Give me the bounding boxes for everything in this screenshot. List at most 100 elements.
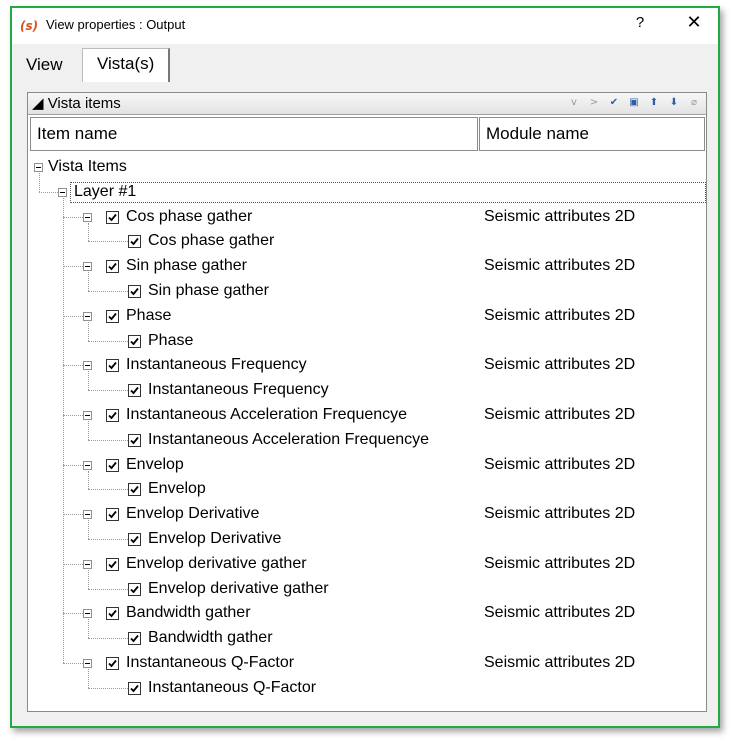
collapse-toggle-icon[interactable] xyxy=(83,559,92,569)
collapse-toggle-icon[interactable] xyxy=(83,311,92,321)
collapse-toggle-icon[interactable] xyxy=(83,659,92,668)
tree-guide-line xyxy=(88,489,128,491)
move-up-icon[interactable]: ⬆ xyxy=(648,96,660,110)
tree-subitem: Envelop Derivative xyxy=(148,530,282,547)
tab-vistas[interactable]: Vista(s) xyxy=(82,48,171,82)
checkbox[interactable] xyxy=(106,607,119,621)
tree-item: Bandwidth gather xyxy=(126,604,251,622)
checkbox[interactable] xyxy=(128,582,141,596)
tree-guide-line xyxy=(88,569,89,589)
checkbox[interactable] xyxy=(128,681,141,695)
tree-subitem: Bandwidth gather xyxy=(148,629,273,647)
checkbox[interactable] xyxy=(106,458,119,472)
window-title: View properties : Output xyxy=(46,17,186,32)
vista-tree: Vista Items Layer #1 Cos phase gather Seism… xyxy=(28,153,706,711)
collapse-toggle-icon[interactable] xyxy=(83,609,92,619)
column-header-item-name[interactable]: Item name xyxy=(30,117,478,151)
checkbox[interactable] xyxy=(128,433,141,447)
tree-guide-line xyxy=(63,197,64,663)
tree-guide-line xyxy=(63,613,83,615)
tab-view[interactable]: View xyxy=(16,50,73,82)
collapse-toggle-icon[interactable] xyxy=(58,187,67,197)
checkbox[interactable] xyxy=(106,309,119,323)
checkbox[interactable] xyxy=(128,235,141,249)
tree-guide-line xyxy=(63,563,83,565)
tree-guide-line xyxy=(88,687,128,689)
collapse-toggle-icon[interactable] xyxy=(83,460,92,470)
tree-guide-line xyxy=(63,514,83,516)
tree-guide-line xyxy=(63,464,83,466)
checkbox[interactable] xyxy=(128,632,141,646)
tree-guide-line xyxy=(39,191,58,193)
collapse-toggle-icon[interactable] xyxy=(83,262,92,272)
tree-guide-line xyxy=(88,638,128,640)
tree-guide-line xyxy=(88,272,89,291)
panel-toolbar: v > ✔ ▣ ⬆ ⬇ ⌀ xyxy=(568,96,700,110)
collapse-toggle-icon[interactable] xyxy=(83,212,92,222)
module-name-cell: Seismic attributes 2D xyxy=(484,455,636,473)
module-name-cell: Seismic attributes 2D xyxy=(484,207,636,225)
tree-item: Sin phase gather xyxy=(126,257,247,275)
collapse-toggle-icon[interactable] xyxy=(83,411,92,420)
collapse-toggle-icon[interactable] xyxy=(34,163,43,172)
tree-guide-line xyxy=(39,173,40,192)
title-bar[interactable]: (s) View properties : Output ? ✕ xyxy=(12,8,718,44)
chevron-down-icon[interactable]: v xyxy=(568,96,580,110)
tree-subitem: Envelop xyxy=(148,480,206,498)
checkbox[interactable] xyxy=(128,334,141,348)
tree-guide-line xyxy=(88,588,128,590)
checkbox[interactable] xyxy=(106,359,119,373)
tree-item: Instantaneous Frequency xyxy=(126,356,307,374)
tree-subitem: Sin phase gather xyxy=(148,282,269,299)
tree-guide-line xyxy=(88,520,89,539)
layer-focus-rect[interactable] xyxy=(70,181,706,203)
module-name-cell: Seismic attributes 2D xyxy=(484,505,636,523)
move-down-icon[interactable]: ⬇ xyxy=(668,96,680,110)
tree-subitem: Envelop derivative gather xyxy=(148,579,329,597)
help-button[interactable]: ? xyxy=(630,14,650,31)
panel-title[interactable]: ◢ Vista items xyxy=(32,94,121,112)
app-logo-icon: (s) xyxy=(20,19,38,32)
tree-node-vista-items: Vista Items xyxy=(48,158,127,175)
tree-item: Cos phase gather xyxy=(126,207,253,225)
tree-guide-line xyxy=(88,439,128,441)
tree-guide-line xyxy=(88,470,89,490)
clear-icon[interactable]: ⌀ xyxy=(688,96,700,110)
tree-subitem: Instantaneous Acceleration Frequencye xyxy=(148,430,430,448)
module-name-cell: Seismic attributes 2D xyxy=(484,604,636,622)
tree-subitem: Cos phase gather xyxy=(148,232,275,250)
tab-strip: View Vista(s) xyxy=(12,44,718,82)
close-button[interactable]: ✕ xyxy=(682,12,706,33)
vista-items-panel: ◢ Vista items v > ✔ ▣ ⬆ ⬇ ⌀ Item name Mo… xyxy=(27,92,707,712)
chevron-right-icon[interactable]: > xyxy=(588,96,600,110)
check-icon[interactable]: ✔ xyxy=(608,96,620,110)
checkbox[interactable] xyxy=(128,533,141,546)
column-header-module-name[interactable]: Module name xyxy=(479,117,705,151)
checkbox[interactable] xyxy=(106,260,119,274)
collapse-toggle-icon[interactable] xyxy=(83,361,92,371)
checkbox[interactable] xyxy=(106,508,119,522)
checkbox[interactable] xyxy=(128,285,141,298)
tree-guide-line xyxy=(63,266,83,268)
module-name-cell: Seismic attributes 2D xyxy=(484,257,636,275)
svg-text:(s): (s) xyxy=(20,19,38,32)
copy-icon[interactable]: ▣ xyxy=(628,96,640,110)
checkbox[interactable] xyxy=(128,483,141,497)
checkbox[interactable] xyxy=(106,657,119,670)
tree-item: Envelop xyxy=(126,455,184,473)
checkbox[interactable] xyxy=(128,384,141,398)
collapse-toggle-icon[interactable] xyxy=(83,510,92,520)
tree-guide-line xyxy=(88,371,89,391)
tree-guide-line xyxy=(63,216,83,218)
checkbox[interactable] xyxy=(106,557,119,571)
tree-guide-line xyxy=(63,315,83,317)
module-name-cell: Seismic attributes 2D xyxy=(484,654,636,671)
module-name-cell: Seismic attributes 2D xyxy=(484,406,636,423)
tree-guide-line xyxy=(88,291,128,292)
tree-node-layer: Layer #1 xyxy=(74,182,137,200)
tree-guide-line xyxy=(63,663,83,664)
checkbox[interactable] xyxy=(106,409,119,422)
tree-subitem: Instantaneous Q-Factor xyxy=(148,678,317,696)
checkbox[interactable] xyxy=(106,210,119,224)
panel-header[interactable]: ◢ Vista items v > ✔ ▣ ⬆ ⬇ ⌀ xyxy=(28,93,706,115)
